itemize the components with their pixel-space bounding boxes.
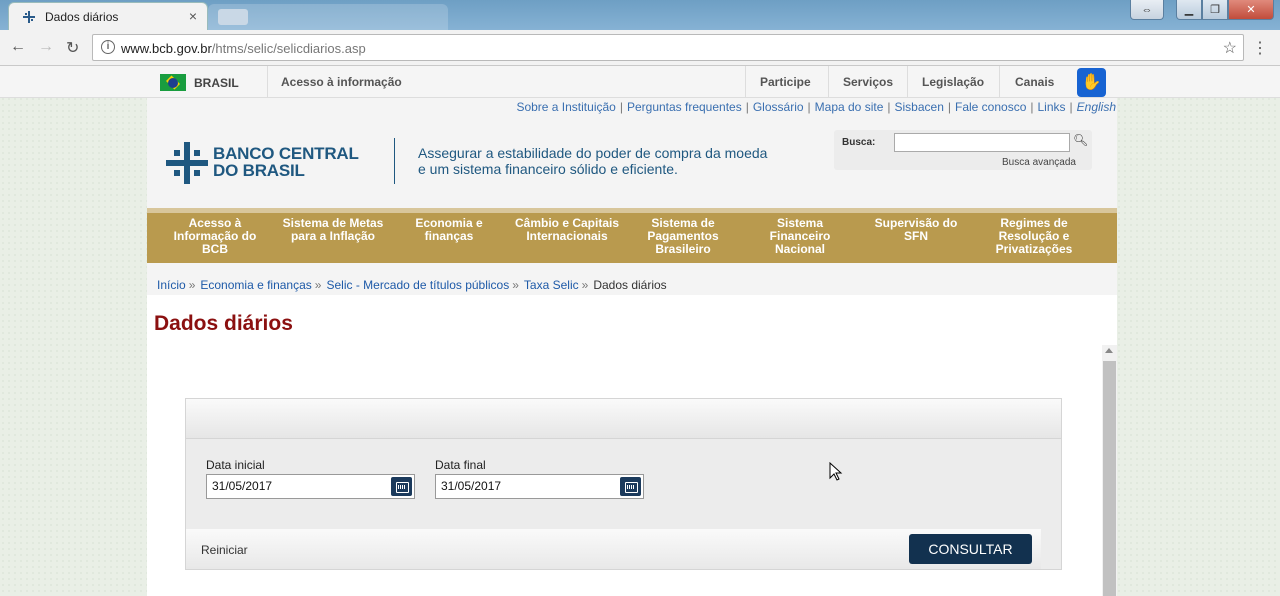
top-links: Sobre a Instituição | Perguntas frequentes… (147, 98, 1117, 116)
menu-item-acesso[interactable]: Acesso à Informação do BCB (163, 217, 267, 256)
menu-item-sfn[interactable]: Sistema Financeiro Nacional (751, 217, 849, 256)
form-footer: Reiniciar CONSULTAR (186, 529, 1041, 569)
mouse-cursor-icon (829, 462, 843, 481)
back-arrow-icon[interactable]: ← (10, 38, 26, 56)
gov-divider (999, 66, 1000, 98)
bcb-logo-text[interactable]: BANCO CENTRAL DO BRASIL (213, 145, 359, 179)
breadcrumb-taxa-selic[interactable]: Taxa Selic (524, 278, 579, 292)
menu-item-metas[interactable]: Sistema de Metas para a Inflação (275, 217, 391, 243)
end-calendar-icon[interactable] (620, 477, 641, 496)
toplink-perguntas[interactable]: Perguntas frequentes (627, 100, 742, 114)
slogan-line1: Assegurar a estabilidade do poder de com… (418, 145, 768, 161)
start-date-input[interactable] (212, 479, 382, 493)
address-bar[interactable]: i www.bcb.gov.br/htms/selic/selicdiarios… (92, 34, 1244, 61)
gov-item-canais[interactable]: Canais (1015, 75, 1054, 89)
end-date-field[interactable] (435, 474, 644, 499)
search-input[interactable] (894, 133, 1070, 152)
gov-divider (828, 66, 829, 98)
window-close-icon[interactable]: ✕ (1228, 0, 1274, 20)
gov-divider (745, 66, 746, 98)
browser-menu-icon[interactable]: ⋮ (1252, 38, 1268, 58)
slogan-line2: e um sistema financeiro sólido e eficien… (418, 161, 678, 177)
breadcrumb: Início» Economia e finanças» Selic - Merca… (147, 263, 1117, 295)
gov-divider (907, 66, 908, 98)
gov-divider (267, 66, 268, 98)
scroll-thumb[interactable] (1103, 361, 1116, 596)
url-host: www.bcb.gov.br (121, 41, 212, 56)
toplink-links[interactable]: Links (1038, 100, 1066, 114)
bookmark-star-icon[interactable]: ☆ (1223, 38, 1237, 58)
form-header (186, 399, 1061, 439)
browser-tab-inactive[interactable] (208, 4, 448, 30)
breadcrumb-inicio[interactable]: Início (157, 278, 186, 292)
breadcrumb-economia[interactable]: Economia e finanças (200, 278, 311, 292)
breadcrumb-selic-mercado[interactable]: Selic - Mercado de títulos públicos (326, 278, 509, 292)
header-divider (394, 138, 395, 184)
accessibility-hands-icon[interactable]: ✋ (1077, 68, 1106, 97)
browser-tab-active[interactable]: Dados diários × (8, 2, 208, 30)
reset-link[interactable]: Reiniciar (201, 543, 248, 557)
gov-item-servicos[interactable]: Serviços (843, 75, 893, 89)
gov-brasil-label: BRASIL (194, 75, 239, 90)
scroll-up-arrow-icon[interactable] (1105, 348, 1113, 353)
gov-item-participe[interactable]: Participe (760, 75, 811, 89)
logo-line1: BANCO CENTRAL (213, 144, 359, 163)
iframe-scrollbar[interactable] (1102, 345, 1117, 596)
menu-item-supervisao[interactable]: Supervisão do SFN (866, 217, 966, 243)
search-magnifier-icon[interactable]: 🔍︎ (1073, 133, 1088, 147)
toplink-glossario[interactable]: Glossário (753, 100, 804, 114)
end-date-input[interactable] (441, 479, 611, 493)
tab-close-icon[interactable]: × (189, 8, 197, 24)
menu-item-regimes[interactable]: Regimes de Resolução e Privatizações (983, 217, 1085, 256)
toplink-english[interactable]: English (1077, 100, 1116, 114)
gov-item-legislacao[interactable]: Legislação (922, 75, 984, 89)
start-calendar-icon[interactable] (391, 477, 412, 496)
address-url[interactable]: www.bcb.gov.br/htms/selic/selicdiarios.a… (121, 41, 366, 56)
search-label: Busca: (842, 137, 876, 148)
url-path: /htms/selic/selicdiarios.asp (211, 41, 366, 56)
end-date-label: Data final (435, 458, 486, 472)
browser-toolbar: ← → ↻ i www.bcb.gov.br/htms/selic/selicd… (0, 30, 1280, 66)
toplink-mapa[interactable]: Mapa do site (815, 100, 884, 114)
window-minimize-icon[interactable]: ▁ (1176, 0, 1202, 20)
main-menu: Acesso à Informação do BCB Sistema de Meta… (147, 208, 1117, 263)
start-date-field[interactable] (206, 474, 415, 499)
bcb-logo-icon[interactable] (166, 142, 208, 184)
window-resize-icon[interactable]: ⇔ (1130, 0, 1164, 20)
toplink-sobre[interactable]: Sobre a Instituição (516, 100, 615, 114)
bcb-favicon-icon (23, 11, 35, 23)
logo-line2: DO BRASIL (213, 161, 305, 180)
brazil-flag-icon (160, 74, 186, 91)
tab-title: Dados diários (45, 10, 119, 24)
consultar-button[interactable]: CONSULTAR (909, 534, 1032, 564)
reload-icon[interactable]: ↻ (66, 38, 79, 58)
menu-item-economia[interactable]: Economia e finanças (400, 217, 498, 243)
menu-item-cambio[interactable]: Câmbio e Capitais Internacionais (507, 217, 627, 243)
browser-tab-bar: Dados diários × ⇔ ▁ ❐ ✕ (0, 0, 1280, 30)
menu-item-pagamentos[interactable]: Sistema de Pagamentos Brasileiro (634, 217, 732, 256)
slogan: Assegurar a estabilidade do poder de com… (418, 145, 767, 177)
window-maximize-icon[interactable]: ❐ (1202, 0, 1228, 20)
toplink-fale[interactable]: Fale conosco (955, 100, 1026, 114)
toplink-sisbacen[interactable]: Sisbacen (895, 100, 944, 114)
date-query-form: Data inicial Data final Reiniciar CONSUL… (185, 398, 1062, 570)
site-header: BANCO CENTRAL DO BRASIL Assegurar a esta… (147, 116, 1117, 208)
page-title: Dados diários (154, 312, 293, 335)
gov-acesso-link[interactable]: Acesso à informação (281, 75, 402, 89)
gov-brasil-link[interactable]: BRASIL (160, 74, 239, 91)
advanced-search-link[interactable]: Busca avançada (996, 156, 1082, 169)
breadcrumb-current: Dados diários (593, 278, 667, 292)
site-info-icon[interactable]: i (101, 40, 115, 54)
tab-placeholder-icon (218, 9, 248, 25)
forward-arrow-icon[interactable]: → (38, 38, 54, 56)
main-container: Sobre a Instituição | Perguntas frequentes… (147, 98, 1117, 596)
start-date-label: Data inicial (206, 458, 265, 472)
